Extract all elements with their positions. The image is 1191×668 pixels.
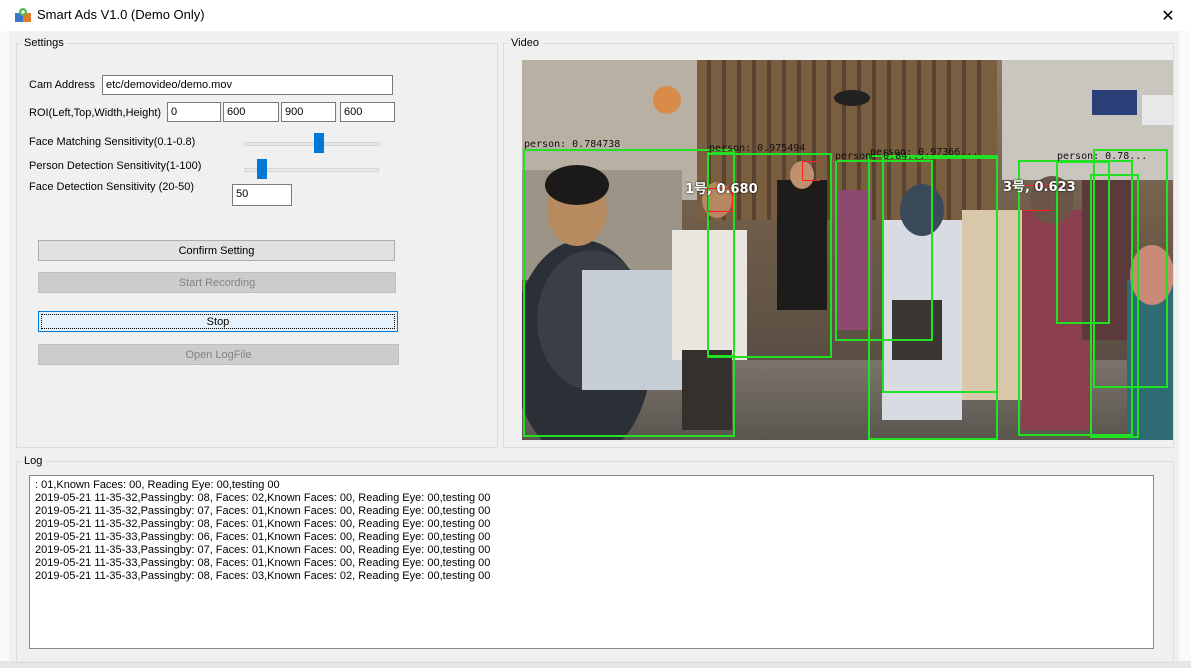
roi-left-input[interactable]: 0 xyxy=(167,102,221,122)
log-legend: Log xyxy=(24,455,43,467)
log-line: 2019-05-21 11-35-33,Passingby: 06, Faces… xyxy=(35,531,491,543)
person-detection-box xyxy=(1093,149,1168,388)
confirm-setting-label: Confirm Setting xyxy=(178,244,255,257)
open-logfile-label: Open LogFile xyxy=(185,348,252,361)
person-detection-label: Person Detection Sensitivity(1-100) xyxy=(29,160,202,172)
person-detection-label: person: 0.97366... xyxy=(870,147,979,158)
settings-group: Settings Cam Address etc/demovideo/demo.… xyxy=(16,37,498,448)
close-button[interactable]: ✕ xyxy=(1145,0,1191,31)
log-line: 2019-05-21 11-35-33,Passingby: 07, Faces… xyxy=(35,544,491,556)
face-detection-input[interactable]: 50 xyxy=(232,184,292,206)
face-matching-slider-thumb[interactable] xyxy=(314,133,324,153)
log-line: 2019-05-21 11-35-32,Passingby: 08, Faces… xyxy=(35,492,491,504)
cam-address-input[interactable]: etc/demovideo/demo.mov xyxy=(102,75,393,95)
person-detection-label: person: 0.784738 xyxy=(524,139,621,150)
stop-button-focus-ring xyxy=(41,314,395,329)
log-textarea[interactable]: : 01,Known Faces: 00, Reading Eye: 00,te… xyxy=(29,475,1154,649)
window-title: Smart Ads V1.0 (Demo Only) xyxy=(37,7,205,22)
face-match-label: 1号, 0.680 xyxy=(685,182,758,197)
stop-button[interactable]: Stop xyxy=(38,311,398,332)
background-window-edge-right xyxy=(1178,31,1191,661)
log-line: : 01,Known Faces: 00, Reading Eye: 00,te… xyxy=(35,479,280,491)
title-bar: Smart Ads V1.0 (Demo Only) ✕ xyxy=(0,0,1191,31)
log-line: 2019-05-21 11-35-33,Passingby: 08, Faces… xyxy=(35,570,491,582)
main-window: Settings Cam Address etc/demovideo/demo.… xyxy=(9,31,1179,663)
roi-label: ROI(Left,Top,Width,Height) xyxy=(29,107,162,119)
app-icon xyxy=(15,8,31,22)
start-recording-button[interactable]: Start Recording xyxy=(38,272,396,293)
person-detection-slider-thumb[interactable] xyxy=(257,159,267,179)
video-frame: person: 0.784738 person: 0.975494 person… xyxy=(522,60,1173,440)
video-legend: Video xyxy=(511,37,539,49)
person-detection-label: person: 0.975494 xyxy=(709,143,806,154)
face-detection-box xyxy=(802,161,820,181)
roi-top-input[interactable]: 600 xyxy=(223,102,279,122)
close-icon: ✕ xyxy=(1161,7,1175,25)
person-detection-label: person: 0.78... xyxy=(1057,151,1148,162)
face-matching-label: Face Matching Sensitivity(0.1-0.8) xyxy=(29,136,196,148)
log-line: 2019-05-21 11-35-33,Passingby: 08, Faces… xyxy=(35,557,491,569)
log-line: 2019-05-21 11-35-32,Passingby: 07, Faces… xyxy=(35,505,491,517)
face-matching-slider[interactable] xyxy=(244,142,380,146)
confirm-setting-button[interactable]: Confirm Setting xyxy=(38,240,395,261)
face-match-label: 3号, 0.623 xyxy=(1003,180,1076,195)
settings-legend: Settings xyxy=(24,37,64,49)
cam-address-label: Cam Address xyxy=(29,79,96,91)
person-detection-box xyxy=(882,157,998,393)
log-line: 2019-05-21 11-35-32,Passingby: 08, Faces… xyxy=(35,518,491,530)
start-recording-label: Start Recording xyxy=(178,276,256,289)
face-detection-label: Face Detection Sensitivity (20-50) xyxy=(29,181,195,193)
roi-width-input[interactable]: 900 xyxy=(281,102,336,122)
open-logfile-button[interactable]: Open LogFile xyxy=(38,344,399,365)
roi-height-input[interactable]: 600 xyxy=(340,102,395,122)
